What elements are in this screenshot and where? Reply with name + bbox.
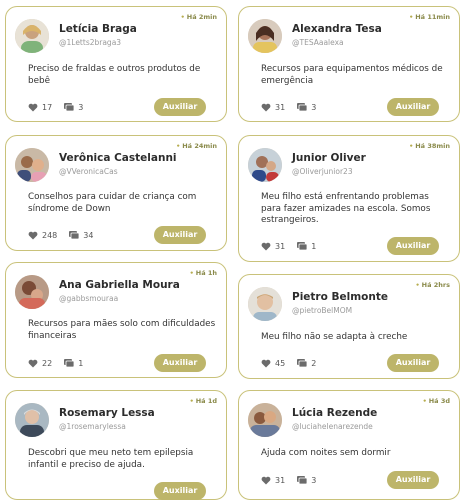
post-card[interactable]: • Há 1h Ana Gabriella Moura @gabbsmouraa … [5,262,227,378]
comment-count[interactable]: 1 [297,241,316,251]
help-button[interactable]: Auxiliar [387,98,439,116]
comment-icon [297,358,308,367]
heart-icon [261,242,271,250]
post-text: Recursos para equipamentos médicos de em… [261,64,443,86]
post-text: Conselhos para cuidar de criança com sín… [28,192,197,214]
post-time: • Há 1h [189,269,217,277]
post-card[interactable]: • Há 2min Letícia Braga @1Letts2braga3 Pr… [5,6,227,122]
user-name[interactable]: Ana Gabriella Moura [59,279,180,291]
post-text: Meu filho não se adapta à creche [261,332,408,342]
comment-icon [64,102,75,111]
like-count[interactable]: 31 [261,242,285,251]
post-text: Meu filho está enfrentando problemas par… [261,192,431,225]
heart-icon [261,359,271,367]
comment-count[interactable]: 3 [297,475,316,485]
like-count[interactable]: 45 [261,359,285,368]
like-count[interactable]: 248 [28,231,57,240]
post-text: Descobri que meu neto tem epilepsia infa… [28,448,194,470]
comment-icon [64,358,75,367]
avatar[interactable] [248,403,282,437]
help-button[interactable]: Auxiliar [154,98,206,116]
post-text: Ajuda com noites sem dormir [261,448,391,458]
user-handle: @TESAaalexa [292,38,344,47]
user-name[interactable]: Letícia Braga [59,23,137,35]
post-card[interactable]: • Há 24min Verônica Castelanni @VVeronica… [5,135,227,251]
user-handle: @pietroBelMOM [292,306,353,315]
post-stats: 22 1 [28,357,95,369]
comment-icon [297,475,308,484]
like-count[interactable]: 22 [28,359,52,368]
avatar[interactable] [15,275,49,309]
user-name[interactable]: Pietro Belmonte [292,291,388,303]
post-stats: 31 3 [261,474,328,486]
avatar[interactable] [248,19,282,53]
post-time: • Há 2min [180,13,217,21]
post-text: Preciso de fraldas e outros produtos de … [28,64,201,86]
avatar[interactable] [15,403,49,437]
comment-icon [297,102,308,111]
comment-count[interactable]: 2 [297,358,316,368]
post-text: Recursos para mães solo com dificuldades… [28,319,216,341]
user-handle: @gabbsmouraa [59,294,119,303]
post-card[interactable]: • Há 11min Alexandra Tesa @TESAaalexa Rec… [238,6,460,122]
help-button[interactable]: Auxiliar [387,471,439,489]
user-name[interactable]: Rosemary Lessa [59,407,155,419]
like-count[interactable]: 17 [28,103,52,112]
help-button[interactable]: Auxiliar [154,354,206,372]
comment-icon [69,230,80,239]
help-button[interactable]: Auxiliar [154,482,206,500]
avatar[interactable] [248,287,282,321]
comment-count[interactable]: 34 [69,230,93,240]
heart-icon [261,476,271,484]
user-handle: @luciahelenarezende [292,422,373,431]
user-name[interactable]: Junior Oliver [292,152,366,164]
help-button[interactable]: Auxiliar [154,226,206,244]
user-handle: @1rosemarylessa [59,422,126,431]
user-name[interactable]: Alexandra Tesa [292,23,382,35]
heart-icon [28,359,38,367]
post-time: • Há 2hrs [415,281,450,289]
heart-icon [261,103,271,111]
post-time: • Há 3d [422,397,450,405]
comment-icon [297,241,308,250]
user-handle: @VVeronicaCas [59,167,118,176]
post-stats: 31 3 [261,101,328,113]
user-handle: @Oliverjunior23 [292,167,353,176]
avatar[interactable] [248,148,282,182]
post-stats: 17 3 [28,101,95,113]
help-button[interactable]: Auxiliar [387,237,439,255]
like-count[interactable]: 31 [261,103,285,112]
post-card[interactable]: • Há 2hrs Pietro Belmonte @pietroBelMOM M… [238,274,460,379]
post-stats: 45 2 [261,357,328,369]
comment-count[interactable]: 1 [64,358,83,368]
avatar[interactable] [15,148,49,182]
post-stats: 248 34 [28,229,105,241]
help-button[interactable]: Auxiliar [387,354,439,372]
post-card[interactable]: • Há 38min Junior Oliver @Oliverjunior23 … [238,135,460,262]
post-time: • Há 38min [409,142,450,150]
post-time: • Há 11min [409,13,450,21]
post-time: • Há 24min [176,142,217,150]
post-time: • Há 1d [189,397,217,405]
like-count[interactable]: 31 [261,476,285,485]
comment-count[interactable]: 3 [64,102,83,112]
avatar[interactable] [15,19,49,53]
comment-count[interactable]: 3 [297,102,316,112]
post-stats: 31 1 [261,240,328,252]
heart-icon [28,231,38,239]
heart-icon [28,103,38,111]
user-name[interactable]: Verônica Castelanni [59,152,177,164]
user-name[interactable]: Lúcia Rezende [292,407,377,419]
user-handle: @1Letts2braga3 [59,38,122,47]
